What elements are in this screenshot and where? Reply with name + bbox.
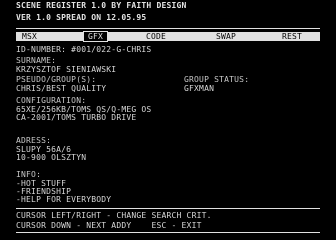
tab-gfx[interactable]: GFX bbox=[82, 31, 109, 42]
pseudo-label: PSEUDO/GROUP(S): bbox=[16, 75, 97, 84]
address-label: ADRESS: bbox=[16, 136, 52, 145]
info-label: INFO: bbox=[16, 170, 42, 179]
pseudo-value: CHRIS/BEST QUALITY bbox=[16, 84, 107, 93]
divider-footer bbox=[16, 232, 320, 233]
divider-top bbox=[16, 28, 320, 29]
id-number: ID-NUMBER: #001/022-G-CHRIS bbox=[16, 45, 152, 54]
tab-rest[interactable]: REST bbox=[282, 32, 302, 41]
category-tabs: MSX GFX CODE SWAP REST bbox=[16, 31, 320, 42]
group-status-label: GROUP STATUS: bbox=[184, 75, 250, 84]
help-line-2: CURSOR DOWN - NEXT ADDY ESC - EXIT bbox=[16, 221, 202, 230]
tab-swap[interactable]: SWAP bbox=[216, 32, 236, 41]
surname-value: KRZYSZTOF SIENIAWSKI bbox=[16, 65, 117, 74]
info-line-3: -HELP FOR EVERYBODY bbox=[16, 195, 112, 204]
tab-msx[interactable]: MSX bbox=[22, 32, 37, 41]
app-title: SCENE REGISTER 1.0 BY FAITH DESIGN bbox=[16, 1, 187, 10]
surname-label: SURNAME: bbox=[16, 56, 57, 65]
help-line-1: CURSOR LEFT/RIGHT - CHANGE SEARCH CRIT. bbox=[16, 211, 212, 220]
divider-bottom bbox=[16, 208, 320, 209]
group-status-value: GFXMAN bbox=[184, 84, 215, 93]
configuration-line-2: CA-2001/TOMS TURBO DRIVE bbox=[16, 113, 137, 122]
scene-register-screen: SCENE REGISTER 1.0 BY FAITH DESIGN VER 1… bbox=[0, 0, 336, 240]
version-line: VER 1.0 SPREAD ON 12.05.95 bbox=[16, 13, 147, 22]
configuration-label: CONFIGURATION: bbox=[16, 96, 87, 105]
address-line-2: 10-900 OLSZTYN bbox=[16, 153, 87, 162]
tab-code[interactable]: CODE bbox=[146, 32, 166, 41]
